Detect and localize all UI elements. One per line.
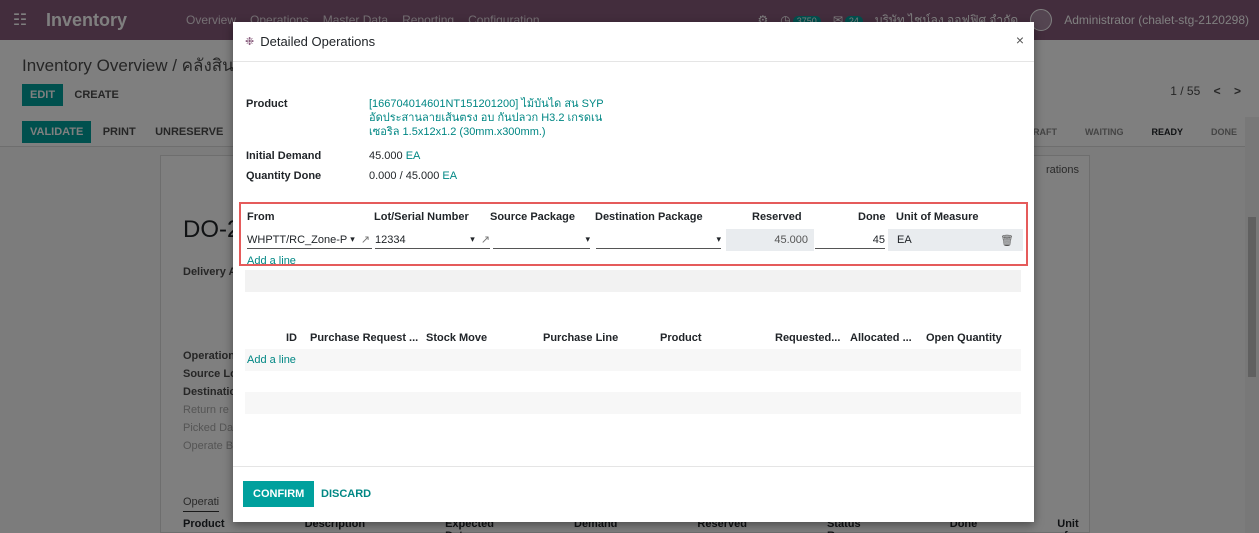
- quantity-done-number: 0.000 / 45.000: [369, 170, 440, 182]
- col-lot-serial[interactable]: Lot/Serial Number: [374, 211, 469, 223]
- initial-demand-label: Initial Demand: [246, 150, 322, 162]
- pr-empty-band: [245, 392, 1021, 414]
- initial-demand-number: 45.000: [369, 150, 403, 162]
- from-location-value: WHPTT/RC_Zone-P: [247, 233, 348, 246]
- external-link-icon[interactable]: ↗: [361, 233, 370, 246]
- discard-button[interactable]: DISCARD: [321, 488, 371, 500]
- confirm-button[interactable]: CONFIRM: [243, 481, 315, 507]
- add-pr-line-link[interactable]: Add a line: [247, 354, 296, 366]
- detailed-operations-dialog: ❉ Detailed Operations × Product [1667040…: [233, 22, 1034, 522]
- initial-demand-value: 45.000 EA: [369, 150, 420, 162]
- dialog-header: ❉ Detailed Operations ×: [233, 22, 1034, 62]
- debug-bug-icon[interactable]: ❉: [245, 35, 254, 48]
- col-stock-move[interactable]: Stock Move: [426, 332, 487, 344]
- col-requested[interactable]: Requested...: [775, 332, 840, 344]
- col-id[interactable]: ID: [286, 332, 297, 344]
- add-move-line-link[interactable]: Add a line: [247, 255, 296, 267]
- from-location-select[interactable]: WHPTT/RC_Zone-P ▾ ↗: [247, 231, 372, 249]
- col-done[interactable]: Done: [858, 211, 886, 223]
- dialog-footer: CONFIRM DISCARD: [233, 466, 1034, 522]
- dropdown-caret-icon[interactable]: ▾: [470, 234, 475, 245]
- col-purchase-request[interactable]: Purchase Request ...: [310, 332, 418, 344]
- pr-row-band: [245, 349, 1021, 371]
- destination-package-select[interactable]: ▾: [596, 231, 721, 249]
- dropdown-caret-icon[interactable]: ▾: [716, 234, 721, 245]
- col-unit-of-measure[interactable]: Unit of Measure: [896, 211, 979, 223]
- col-purchase-line[interactable]: Purchase Line: [543, 332, 618, 344]
- dialog-title: Detailed Operations: [260, 34, 376, 49]
- col-open-quantity[interactable]: Open Quantity: [926, 332, 1002, 344]
- col-destination-package[interactable]: Destination Package: [595, 211, 703, 223]
- dropdown-caret-icon[interactable]: ▾: [350, 234, 355, 245]
- lot-serial-select[interactable]: 12334 ▾ ↗: [375, 231, 490, 249]
- col-reserved[interactable]: Reserved: [752, 211, 802, 223]
- quantity-done-uom[interactable]: EA: [442, 170, 457, 182]
- col-allocated[interactable]: Allocated ...: [850, 332, 912, 344]
- empty-row-band: [245, 270, 1021, 292]
- initial-demand-uom[interactable]: EA: [406, 150, 421, 162]
- source-package-select[interactable]: ▾: [493, 231, 590, 249]
- col-from[interactable]: From: [247, 211, 275, 223]
- uom-value: EA: [897, 234, 912, 246]
- product-link[interactable]: [166704014601NT151201200] ไม้บันได สน SY…: [369, 97, 609, 139]
- lot-serial-value: 12334: [375, 233, 406, 246]
- external-link-icon[interactable]: ↗: [481, 233, 490, 246]
- quantity-done-value: 0.000 / 45.000 EA: [369, 170, 457, 182]
- close-icon[interactable]: ×: [1016, 32, 1024, 48]
- quantity-done-label: Quantity Done: [246, 170, 322, 182]
- product-label: Product: [246, 98, 288, 110]
- col-product[interactable]: Product: [660, 332, 702, 344]
- dropdown-caret-icon[interactable]: ▾: [585, 234, 590, 245]
- trash-icon[interactable]: 🗑: [1000, 231, 1014, 249]
- reserved-value: 45.000: [774, 234, 808, 246]
- col-source-package[interactable]: Source Package: [490, 211, 575, 223]
- done-quantity-input[interactable]: 45: [815, 231, 885, 249]
